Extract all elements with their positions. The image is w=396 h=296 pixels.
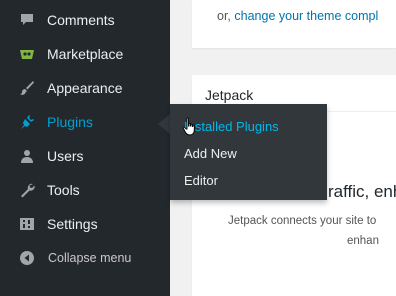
sidebar-item-label: Settings: [47, 216, 98, 232]
change-theme-link[interactable]: change your theme compl: [234, 9, 378, 23]
sidebar-item-users[interactable]: Users: [0, 139, 170, 173]
sidebar-item-appearance[interactable]: Appearance: [0, 71, 170, 105]
collapse-menu-button[interactable]: Collapse menu: [0, 241, 170, 275]
top-notice-prefix: or,: [217, 9, 231, 23]
top-notice-text: or, change your theme compl: [217, 9, 378, 23]
jetpack-description-line1: Jetpack connects your site to: [228, 215, 377, 227]
submenu-item-add-new[interactable]: Add New: [184, 146, 237, 161]
admin-sidebar: Comments Marketplace Appearance Plugins …: [0, 0, 170, 296]
sidebar-item-label: Tools: [47, 182, 80, 198]
submenu-pointer: [158, 114, 170, 134]
sidebar-item-tools[interactable]: Tools: [0, 173, 170, 207]
marketplace-icon: [18, 45, 36, 63]
collapse-menu-label: Collapse menu: [48, 251, 132, 265]
collapse-arrow-icon: [18, 249, 36, 267]
user-icon: [18, 147, 36, 165]
sidebar-item-settings[interactable]: Settings: [0, 207, 170, 241]
sidebar-item-marketplace[interactable]: Marketplace: [0, 37, 170, 71]
jetpack-headline: raffic, enh: [328, 182, 396, 201]
wrench-icon: [18, 181, 36, 199]
plug-icon: [18, 113, 36, 131]
submenu-item-installed-plugins[interactable]: Installed Plugins: [184, 119, 279, 134]
settings-icon: [18, 215, 36, 233]
jetpack-description-line2: enhan: [347, 235, 379, 247]
sidebar-item-label: Marketplace: [47, 46, 124, 62]
submenu-item-editor[interactable]: Editor: [184, 173, 218, 188]
comment-icon: [18, 11, 36, 29]
sidebar-item-label: Comments: [47, 12, 115, 28]
hand-cursor-icon: [182, 117, 198, 137]
sidebar-item-label: Users: [47, 148, 84, 164]
sidebar-item-label: Appearance: [47, 80, 123, 96]
top-notice-card: [192, 0, 396, 48]
jetpack-card-title: Jetpack: [205, 87, 254, 103]
sidebar-item-label: Plugins: [47, 114, 93, 130]
brush-icon: [18, 79, 36, 97]
sidebar-item-plugins[interactable]: Plugins: [0, 105, 170, 139]
sidebar-item-comments[interactable]: Comments: [0, 3, 170, 37]
